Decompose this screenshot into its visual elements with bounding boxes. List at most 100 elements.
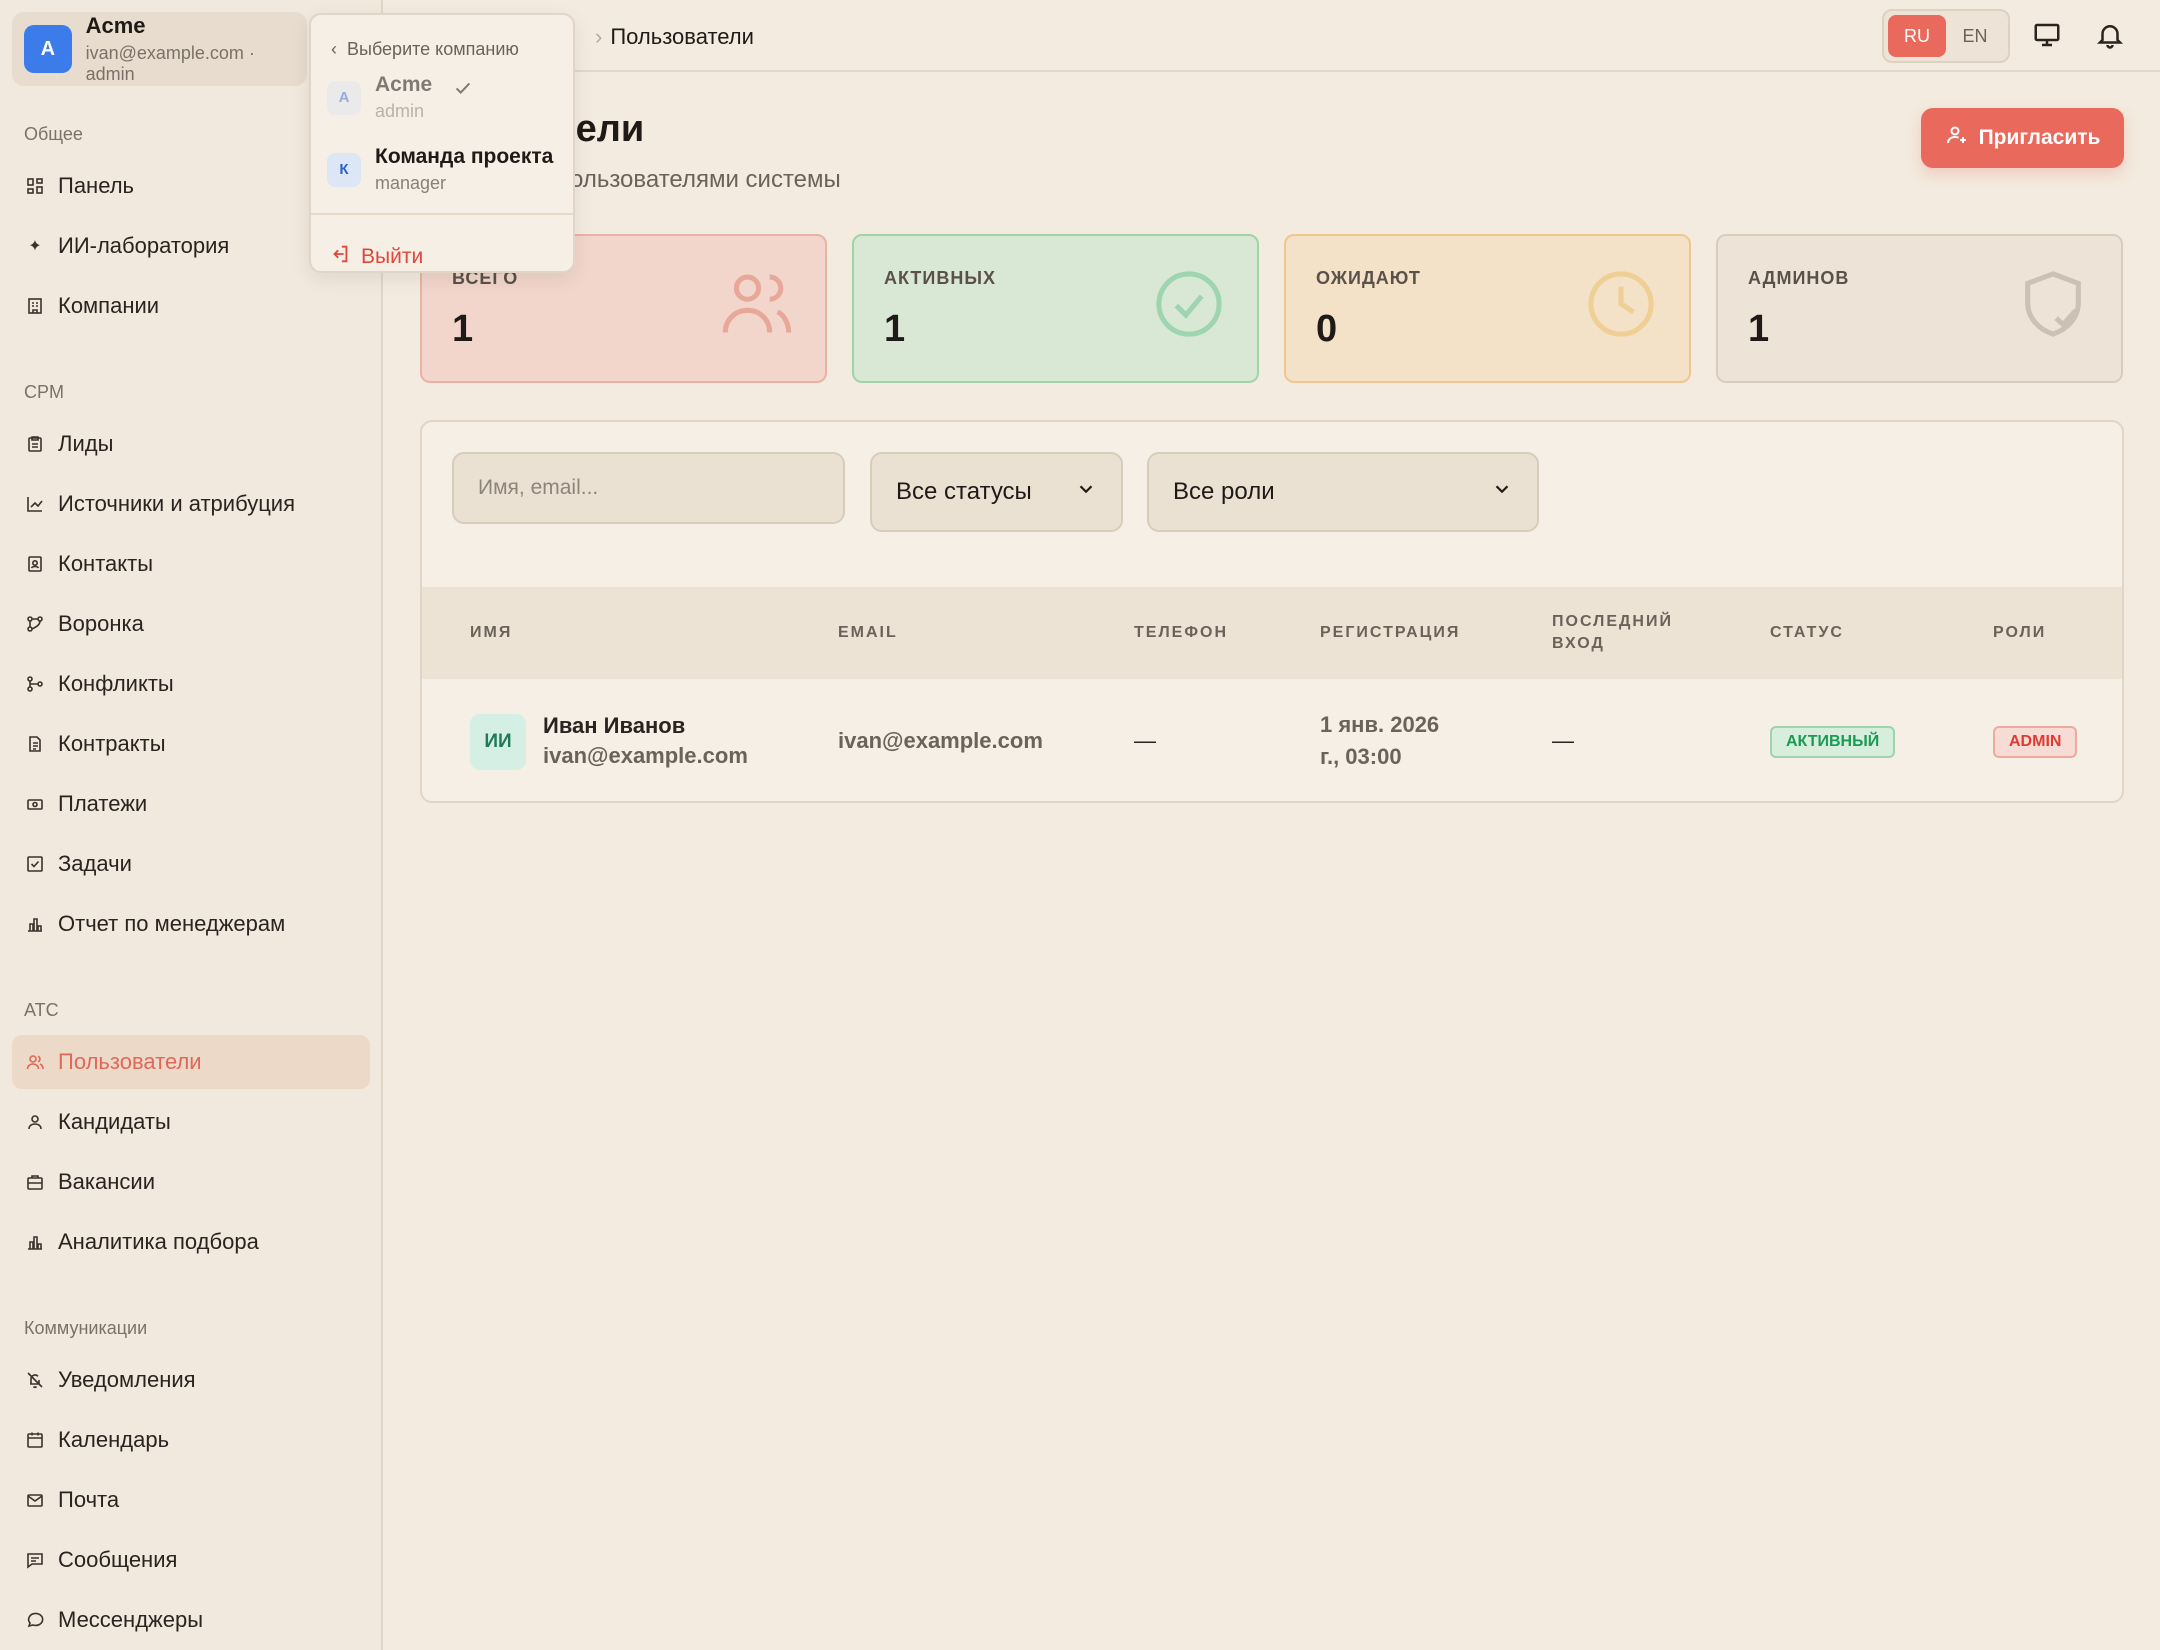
calendar-icon — [26, 1431, 44, 1449]
bell-icon[interactable] — [2095, 20, 2125, 50]
dropdown-header: Выберите компанию — [347, 39, 519, 59]
clipboard-icon — [26, 435, 44, 453]
sidebar-item-messages[interactable]: Сообщения — [12, 1533, 370, 1587]
status-filter-select[interactable]: Все статусы — [870, 452, 1123, 532]
column-header-last-login[interactable]: ПОСЛЕДНИЙ ВХОД — [1552, 587, 1702, 679]
sidebar-item-users[interactable]: Пользователи — [12, 1035, 370, 1089]
sidebar-item-label: Сообщения — [58, 1547, 178, 1572]
sidebar-item-tasks[interactable]: Задачи — [12, 837, 370, 891]
stat-value: 0 — [1316, 308, 1338, 350]
chevron-down-icon — [1075, 478, 1097, 507]
sidebar-item-calendar[interactable]: Календарь — [12, 1413, 370, 1467]
search-input[interactable] — [452, 452, 845, 524]
user-icon — [26, 1113, 44, 1131]
logout-button[interactable]: Выйти — [329, 243, 423, 271]
stat-label: АКТИВНЫХ — [884, 268, 996, 288]
check-circle-icon — [1151, 266, 1227, 342]
breadcrumb: › Пользователи — [595, 24, 754, 50]
sidebar-item-contacts[interactable]: Контакты — [12, 537, 370, 591]
sidebar-item-label: Контракты — [58, 731, 166, 756]
company-dropdown: ‹ Выберите компанию A Acme admin К Коман… — [309, 13, 575, 273]
sidebar-item-label: Контакты — [58, 551, 154, 576]
document-icon — [26, 735, 44, 753]
logout-label: Выйти — [361, 245, 424, 268]
column-header-registration[interactable]: РЕГИСТРАЦИЯ — [1320, 587, 1460, 679]
sidebar-item-recruiting-analytics[interactable]: Аналитика подбора — [12, 1215, 370, 1269]
message-square-icon — [26, 1551, 44, 1569]
company-option-name: Acme — [375, 73, 433, 96]
message-circle-icon — [26, 1611, 44, 1629]
funnel-icon — [26, 615, 44, 633]
company-user-info: ivan@example.com · admin — [85, 43, 255, 84]
dashboard-icon — [26, 177, 44, 195]
sparkles-icon: ✦ — [28, 238, 42, 255]
sidebar-item-funnel[interactable]: Воронка — [12, 597, 370, 651]
table-header: ИМЯ EMAIL ТЕЛЕФОН РЕГИСТРАЦИЯ ПОСЛЕДНИЙ … — [422, 587, 2122, 679]
bar-chart-icon — [26, 915, 44, 933]
bar-chart-icon — [26, 1233, 44, 1251]
sidebar-item-conflicts[interactable]: Конфликты — [12, 657, 370, 711]
shield-check-icon — [2015, 266, 2091, 342]
table-row[interactable]: ИИ Иван Иванов ivan@example.com ivan@exa… — [422, 679, 2122, 801]
mail-icon — [26, 1491, 44, 1509]
monitor-icon[interactable] — [2032, 20, 2062, 50]
section-title-general: Общее — [24, 124, 83, 144]
sidebar-item-vacancies[interactable]: Вакансии — [12, 1155, 370, 1209]
company-avatar: A — [24, 25, 72, 73]
sidebar-item-label: Аналитика подбора — [58, 1229, 259, 1254]
company-option-acme[interactable]: A Acme admin — [327, 73, 474, 122]
sidebar-item-label: Конфликты — [58, 671, 174, 696]
banknote-icon — [26, 795, 44, 813]
stat-value: 1 — [884, 308, 906, 350]
sidebar-item-candidates[interactable]: Кандидаты — [12, 1095, 370, 1149]
status-filter-value: Все статусы — [896, 478, 1032, 505]
sidebar-item-label: Воронка — [58, 611, 144, 636]
checkbox-icon — [26, 855, 44, 873]
lang-en-button[interactable]: EN — [1946, 15, 2004, 57]
sidebar-item-payments[interactable]: Платежи — [12, 777, 370, 831]
sidebar-item-label: Платежи — [58, 791, 148, 816]
chevron-right-icon: › — [595, 24, 603, 49]
sidebar-item-messengers[interactable]: Мессенджеры — [12, 1593, 370, 1647]
chart-line-icon — [26, 495, 44, 513]
user-email: ivan@example.com — [838, 728, 1043, 753]
sidebar-item-sources[interactable]: Источники и атрибуция — [12, 477, 370, 531]
contact-icon — [26, 555, 44, 573]
company-option-role: manager — [375, 173, 447, 193]
invite-button[interactable]: Пригласить — [1921, 108, 2124, 168]
sidebar-item-label: Уведомления — [58, 1367, 196, 1392]
company-option-role: admin — [375, 101, 425, 121]
sidebar-item-leads[interactable]: Лиды — [12, 417, 370, 471]
user-last-login: — — [1552, 728, 1574, 753]
chevron-left-icon: ‹ — [331, 39, 337, 59]
sidebar-item-notifications[interactable]: Уведомления — [12, 1353, 370, 1407]
role-filter-select[interactable]: Все роли — [1147, 452, 1539, 532]
sidebar-item-manager-report[interactable]: Отчет по менеджерам — [12, 897, 370, 951]
role-badge: ADMIN — [1993, 726, 2078, 758]
dropdown-back[interactable]: ‹ Выберите компанию — [331, 39, 519, 60]
sidebar-item-label: Календарь — [58, 1427, 170, 1452]
stat-value: 1 — [452, 308, 474, 350]
company-option-name: Команда проекта — [375, 145, 554, 168]
sidebar-item-label: ИИ-лаборатория — [58, 233, 230, 258]
company-option-avatar: A — [327, 80, 361, 115]
dropdown-divider — [311, 213, 573, 215]
sidebar-item-contracts[interactable]: Контракты — [12, 717, 370, 771]
page-subtitle: пользователями системы — [557, 166, 841, 193]
column-header-roles[interactable]: РОЛИ — [1993, 587, 2046, 679]
column-header-name[interactable]: ИМЯ — [470, 587, 512, 679]
company-option-project-team[interactable]: К Команда проекта manager — [327, 145, 553, 194]
briefcase-icon — [26, 1173, 44, 1191]
company-option-avatar: К — [327, 152, 361, 187]
chevron-down-icon — [1491, 478, 1513, 507]
sidebar-item-mail[interactable]: Почта — [12, 1473, 370, 1527]
lang-ru-button[interactable]: RU — [1888, 15, 1946, 57]
column-header-email[interactable]: EMAIL — [838, 587, 898, 679]
sidebar-item-companies[interactable]: Компании — [12, 279, 370, 333]
company-switcher[interactable]: A Acme ivan@example.com · admin — [12, 12, 307, 86]
column-header-phone[interactable]: ТЕЛЕФОН — [1134, 587, 1228, 679]
status-badge: АКТИВНЫЙ — [1770, 726, 1896, 758]
users-icon — [719, 266, 795, 342]
user-registered-date: 1 янв. 2026 — [1320, 712, 1440, 737]
column-header-status[interactable]: СТАТУС — [1770, 587, 1844, 679]
